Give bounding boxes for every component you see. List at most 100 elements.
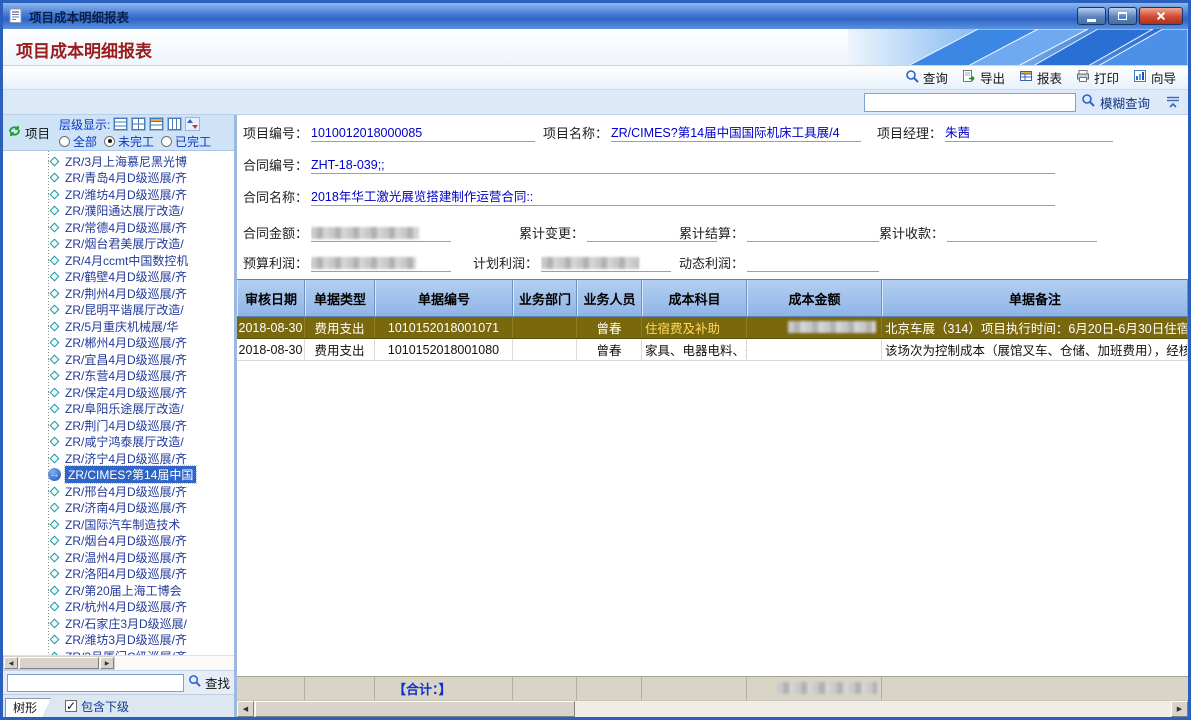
tree-item[interactable]: ZR/潍坊3月D级巡展/齐 xyxy=(3,632,234,649)
tree-item[interactable]: ZR/5月重庆机械展/华 xyxy=(3,318,234,335)
scroll-thumb[interactable] xyxy=(255,701,575,717)
tree-item[interactable]: ZR/保定4月D级巡展/齐 xyxy=(3,384,234,401)
tree-item-selected[interactable]: →ZR/CIMES?第14届中国 xyxy=(3,467,234,484)
field-value[interactable]: ZR/CIMES?第14届中国国际机床工具展/4 xyxy=(611,125,861,142)
titlebar[interactable]: 项目成本明细报表 xyxy=(3,3,1188,29)
table-row[interactable]: 2018-08-30费用支出1010152018001080曾春家具、电器电料、… xyxy=(237,339,1188,361)
minimize-button[interactable] xyxy=(1077,7,1106,25)
radio-unfinished-label[interactable]: 未完工 xyxy=(118,133,154,150)
tree-item[interactable]: ZR/阜阳乐途展厅改造/ xyxy=(3,401,234,418)
tree-item[interactable]: ZR/3月厦门C级巡展/齐 xyxy=(3,648,234,655)
field-value[interactable] xyxy=(541,255,671,272)
tree-item[interactable]: ZR/潍坊4月D级巡展/齐 xyxy=(3,186,234,203)
table-row[interactable]: 2018-08-30费用支出1010152018001071曾春住宿费及补助北京… xyxy=(237,317,1188,339)
field-value[interactable]: 1010012018000085 xyxy=(311,125,535,142)
radio-unfinished[interactable] xyxy=(104,136,115,147)
tree-item[interactable]: ZR/荆州4月D级巡展/齐 xyxy=(3,285,234,302)
tree-item[interactable]: ZR/昆明平谐展厅改造/ xyxy=(3,302,234,319)
collapse-panel-icon[interactable] xyxy=(1165,95,1181,109)
column-header[interactable]: 单据备注 xyxy=(882,280,1188,316)
tree-item[interactable]: ZR/荆门4月D级巡展/齐 xyxy=(3,417,234,434)
close-button[interactable] xyxy=(1139,7,1183,25)
diamond-node-icon xyxy=(50,453,60,463)
column-header[interactable]: 审核日期 xyxy=(237,280,305,316)
tree-item-label: ZR/濮阳通达展厅改造/ xyxy=(65,202,184,219)
column-header[interactable]: 业务人员 xyxy=(577,280,642,316)
page-header: 项目成本明细报表 xyxy=(3,29,1188,66)
export-button[interactable]: 导出 xyxy=(958,67,1009,88)
field-label: 项目名称： xyxy=(543,125,608,142)
column-view-icon[interactable] xyxy=(167,117,182,131)
tree-item-label: ZR/郴州4月D级巡展/齐 xyxy=(65,334,187,351)
column-header[interactable]: 成本金额 xyxy=(747,280,882,316)
scroll-left-arrow[interactable]: ◀ xyxy=(237,701,254,717)
field-value[interactable]: 朱茜 xyxy=(945,125,1113,142)
fuzzy-search-input[interactable] xyxy=(864,93,1076,112)
tree-horizontal-scrollbar[interactable]: ◀ ▶ xyxy=(3,655,234,670)
tab-tree-view[interactable]: 树形 xyxy=(5,698,51,717)
scroll-right-arrow[interactable]: ▶ xyxy=(100,657,114,669)
tree-item[interactable]: ZR/青岛4月D级巡展/齐 xyxy=(3,170,234,187)
column-header[interactable]: 业务部门 xyxy=(513,280,577,316)
tree-item[interactable]: ZR/郴州4月D级巡展/齐 xyxy=(3,335,234,352)
column-header[interactable]: 单据类型 xyxy=(305,280,375,316)
tree-item[interactable]: ZR/3月上海慕尼黑光博 xyxy=(3,153,234,170)
include-sub-checkbox[interactable] xyxy=(65,700,77,712)
tree-item[interactable]: ZR/杭州4月D级巡展/齐 xyxy=(3,599,234,616)
include-sub-option[interactable]: 包含下级 xyxy=(65,698,129,715)
tree-item-label: ZR/邢台4月D级巡展/齐 xyxy=(65,483,187,500)
column-header[interactable]: 成本科目 xyxy=(642,280,747,316)
tree-item[interactable]: ZR/鹤壁4月D级巡展/齐 xyxy=(3,269,234,286)
tree-item[interactable]: ZR/常德4月D级巡展/齐 xyxy=(3,219,234,236)
tree-item[interactable]: ZR/洛阳4月D级巡展/齐 xyxy=(3,566,234,583)
tree-item[interactable]: ZR/东营4月D级巡展/齐 xyxy=(3,368,234,385)
field-value[interactable] xyxy=(311,255,451,272)
fuzzy-search-button[interactable]: 模糊查询 xyxy=(1100,93,1150,112)
tree-item[interactable]: ZR/济南4月D级巡展/齐 xyxy=(3,500,234,517)
field-value[interactable] xyxy=(747,255,879,272)
grid-view-icon[interactable] xyxy=(149,117,164,131)
radio-all[interactable] xyxy=(59,136,70,147)
field-value[interactable]: 2018年华工激光展览搭建制作运营合同:: xyxy=(311,189,1055,206)
table-horizontal-scrollbar[interactable]: ◀ ▶ xyxy=(237,700,1188,717)
tree-item[interactable]: ZR/宜昌4月D级巡展/齐 xyxy=(3,351,234,368)
collapse-all-icon[interactable] xyxy=(131,117,146,131)
sort-icon[interactable] xyxy=(185,117,200,131)
radio-finished-label[interactable]: 已完工 xyxy=(175,133,211,150)
radio-all-label[interactable]: 全部 xyxy=(73,133,97,150)
tree-item[interactable]: ZR/烟台4月D级巡展/齐 xyxy=(3,533,234,550)
wizard-button[interactable]: 向导 xyxy=(1129,67,1180,88)
scroll-thumb[interactable] xyxy=(19,657,99,669)
tree-search-input[interactable] xyxy=(7,674,184,692)
tree-item[interactable]: ZR/国际汽车制造技术 xyxy=(3,516,234,533)
field-value[interactable] xyxy=(747,225,879,242)
tree-item[interactable]: ZR/邢台4月D级巡展/齐 xyxy=(3,483,234,500)
tree-item[interactable]: ZR/济宁4月D级巡展/齐 xyxy=(3,450,234,467)
maximize-button[interactable] xyxy=(1108,7,1137,25)
expand-all-icon[interactable] xyxy=(113,117,128,131)
find-button[interactable]: 查找 xyxy=(205,673,230,692)
tree-item[interactable]: ZR/温州4月D级巡展/齐 xyxy=(3,549,234,566)
field-value[interactable] xyxy=(311,225,451,242)
report-button[interactable]: 报表 xyxy=(1015,67,1066,88)
tree-item[interactable]: ZR/烟台君美展厅改造/ xyxy=(3,236,234,253)
radio-finished[interactable] xyxy=(161,136,172,147)
tree-item[interactable]: ZR/第20届上海工博会 xyxy=(3,582,234,599)
column-header[interactable]: 单据编号 xyxy=(375,280,513,316)
field-value[interactable]: ZHT-18-039;; xyxy=(311,157,1055,174)
report-icon xyxy=(1019,69,1033,86)
project-form: 项目编号： 1010012018000085 项目名称： ZR/CIMES?第1… xyxy=(237,115,1188,279)
tree-item[interactable]: ZR/4月ccmt中国数控机 xyxy=(3,252,234,269)
scroll-left-arrow[interactable]: ◀ xyxy=(4,657,18,669)
print-button[interactable]: 打印 xyxy=(1072,67,1123,88)
refresh-icon[interactable] xyxy=(7,124,22,141)
diamond-node-icon xyxy=(50,437,60,447)
field-value[interactable] xyxy=(947,225,1097,242)
project-root[interactable]: 项目 xyxy=(3,115,59,150)
export-label: 导出 xyxy=(980,68,1005,87)
scroll-right-arrow[interactable]: ▶ xyxy=(1171,701,1188,717)
query-button[interactable]: 查询 xyxy=(901,67,952,88)
tree-item[interactable]: ZR/咸宁鸿泰展厅改造/ xyxy=(3,434,234,451)
tree-item[interactable]: ZR/濮阳通达展厅改造/ xyxy=(3,203,234,220)
tree-item[interactable]: ZR/石家庄3月D级巡展/ xyxy=(3,615,234,632)
